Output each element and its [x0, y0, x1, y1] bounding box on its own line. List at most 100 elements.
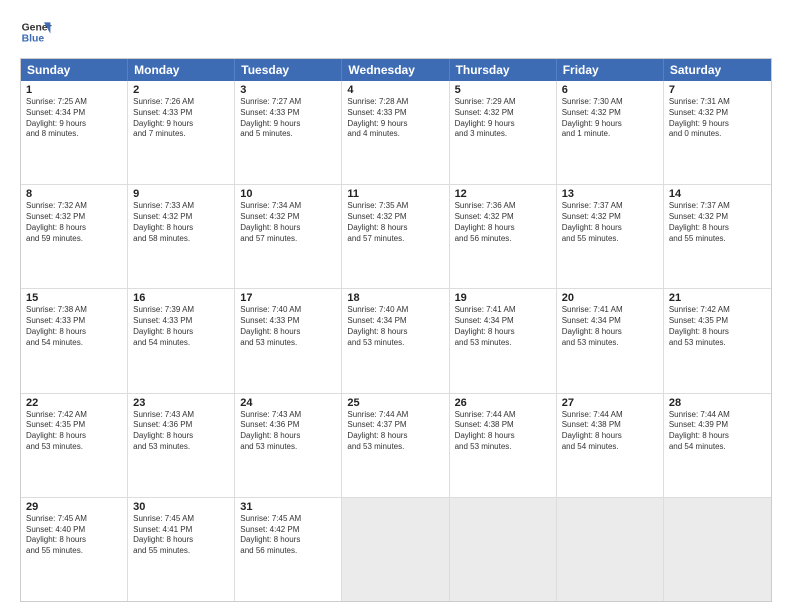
cell-info: Sunrise: 7:37 AMSunset: 4:32 PMDaylight:…	[562, 201, 658, 244]
day-cell-7: 7Sunrise: 7:31 AMSunset: 4:32 PMDaylight…	[664, 81, 771, 184]
cell-info: Sunrise: 7:34 AMSunset: 4:32 PMDaylight:…	[240, 201, 336, 244]
calendar: SundayMondayTuesdayWednesdayThursdayFrid…	[20, 58, 772, 602]
day-number: 4	[347, 84, 443, 96]
day-number: 24	[240, 397, 336, 409]
cell-info: Sunrise: 7:43 AMSunset: 4:36 PMDaylight:…	[240, 410, 336, 453]
cell-info: Sunrise: 7:30 AMSunset: 4:32 PMDaylight:…	[562, 97, 658, 140]
day-cell-5: 5Sunrise: 7:29 AMSunset: 4:32 PMDaylight…	[450, 81, 557, 184]
calendar-row-1: 8Sunrise: 7:32 AMSunset: 4:32 PMDaylight…	[21, 184, 771, 288]
page: General Blue SundayMondayTuesdayWednesda…	[0, 0, 792, 612]
day-cell-18: 18Sunrise: 7:40 AMSunset: 4:34 PMDayligh…	[342, 289, 449, 392]
day-number: 23	[133, 397, 229, 409]
cell-info: Sunrise: 7:45 AMSunset: 4:42 PMDaylight:…	[240, 514, 336, 557]
calendar-row-4: 29Sunrise: 7:45 AMSunset: 4:40 PMDayligh…	[21, 497, 771, 601]
calendar-row-2: 15Sunrise: 7:38 AMSunset: 4:33 PMDayligh…	[21, 288, 771, 392]
day-cell-15: 15Sunrise: 7:38 AMSunset: 4:33 PMDayligh…	[21, 289, 128, 392]
cell-info: Sunrise: 7:29 AMSunset: 4:32 PMDaylight:…	[455, 97, 551, 140]
cell-info: Sunrise: 7:28 AMSunset: 4:33 PMDaylight:…	[347, 97, 443, 140]
cell-info: Sunrise: 7:35 AMSunset: 4:32 PMDaylight:…	[347, 201, 443, 244]
calendar-header: SundayMondayTuesdayWednesdayThursdayFrid…	[21, 59, 771, 81]
day-number: 7	[669, 84, 766, 96]
day-number: 10	[240, 188, 336, 200]
header-cell-sunday: Sunday	[21, 59, 128, 81]
empty-cell	[557, 498, 664, 601]
day-number: 13	[562, 188, 658, 200]
day-cell-30: 30Sunrise: 7:45 AMSunset: 4:41 PMDayligh…	[128, 498, 235, 601]
day-number: 29	[26, 501, 122, 513]
day-cell-2: 2Sunrise: 7:26 AMSunset: 4:33 PMDaylight…	[128, 81, 235, 184]
cell-info: Sunrise: 7:32 AMSunset: 4:32 PMDaylight:…	[26, 201, 122, 244]
header-cell-saturday: Saturday	[664, 59, 771, 81]
cell-info: Sunrise: 7:44 AMSunset: 4:38 PMDaylight:…	[455, 410, 551, 453]
header-cell-thursday: Thursday	[450, 59, 557, 81]
day-cell-17: 17Sunrise: 7:40 AMSunset: 4:33 PMDayligh…	[235, 289, 342, 392]
day-number: 18	[347, 292, 443, 304]
header-cell-tuesday: Tuesday	[235, 59, 342, 81]
day-cell-24: 24Sunrise: 7:43 AMSunset: 4:36 PMDayligh…	[235, 394, 342, 497]
day-cell-19: 19Sunrise: 7:41 AMSunset: 4:34 PMDayligh…	[450, 289, 557, 392]
cell-info: Sunrise: 7:39 AMSunset: 4:33 PMDaylight:…	[133, 305, 229, 348]
cell-info: Sunrise: 7:40 AMSunset: 4:34 PMDaylight:…	[347, 305, 443, 348]
day-number: 26	[455, 397, 551, 409]
cell-info: Sunrise: 7:37 AMSunset: 4:32 PMDaylight:…	[669, 201, 766, 244]
day-cell-1: 1Sunrise: 7:25 AMSunset: 4:34 PMDaylight…	[21, 81, 128, 184]
day-cell-25: 25Sunrise: 7:44 AMSunset: 4:37 PMDayligh…	[342, 394, 449, 497]
day-number: 11	[347, 188, 443, 200]
empty-cell	[450, 498, 557, 601]
header-cell-wednesday: Wednesday	[342, 59, 449, 81]
cell-info: Sunrise: 7:27 AMSunset: 4:33 PMDaylight:…	[240, 97, 336, 140]
day-cell-20: 20Sunrise: 7:41 AMSunset: 4:34 PMDayligh…	[557, 289, 664, 392]
day-number: 15	[26, 292, 122, 304]
cell-info: Sunrise: 7:25 AMSunset: 4:34 PMDaylight:…	[26, 97, 122, 140]
day-number: 12	[455, 188, 551, 200]
day-number: 19	[455, 292, 551, 304]
calendar-body: 1Sunrise: 7:25 AMSunset: 4:34 PMDaylight…	[21, 81, 771, 601]
day-number: 27	[562, 397, 658, 409]
cell-info: Sunrise: 7:42 AMSunset: 4:35 PMDaylight:…	[26, 410, 122, 453]
day-cell-9: 9Sunrise: 7:33 AMSunset: 4:32 PMDaylight…	[128, 185, 235, 288]
day-number: 8	[26, 188, 122, 200]
cell-info: Sunrise: 7:45 AMSunset: 4:41 PMDaylight:…	[133, 514, 229, 557]
cell-info: Sunrise: 7:41 AMSunset: 4:34 PMDaylight:…	[562, 305, 658, 348]
day-number: 21	[669, 292, 766, 304]
day-cell-12: 12Sunrise: 7:36 AMSunset: 4:32 PMDayligh…	[450, 185, 557, 288]
day-number: 9	[133, 188, 229, 200]
day-cell-29: 29Sunrise: 7:45 AMSunset: 4:40 PMDayligh…	[21, 498, 128, 601]
cell-info: Sunrise: 7:26 AMSunset: 4:33 PMDaylight:…	[133, 97, 229, 140]
day-number: 28	[669, 397, 766, 409]
cell-info: Sunrise: 7:31 AMSunset: 4:32 PMDaylight:…	[669, 97, 766, 140]
day-number: 31	[240, 501, 336, 513]
empty-cell	[342, 498, 449, 601]
cell-info: Sunrise: 7:44 AMSunset: 4:37 PMDaylight:…	[347, 410, 443, 453]
day-number: 2	[133, 84, 229, 96]
logo: General Blue	[20, 16, 52, 48]
cell-info: Sunrise: 7:36 AMSunset: 4:32 PMDaylight:…	[455, 201, 551, 244]
day-number: 17	[240, 292, 336, 304]
day-number: 20	[562, 292, 658, 304]
cell-info: Sunrise: 7:44 AMSunset: 4:39 PMDaylight:…	[669, 410, 766, 453]
day-cell-21: 21Sunrise: 7:42 AMSunset: 4:35 PMDayligh…	[664, 289, 771, 392]
day-cell-14: 14Sunrise: 7:37 AMSunset: 4:32 PMDayligh…	[664, 185, 771, 288]
day-number: 16	[133, 292, 229, 304]
day-number: 3	[240, 84, 336, 96]
header: General Blue	[20, 16, 772, 48]
day-number: 22	[26, 397, 122, 409]
cell-info: Sunrise: 7:38 AMSunset: 4:33 PMDaylight:…	[26, 305, 122, 348]
day-cell-8: 8Sunrise: 7:32 AMSunset: 4:32 PMDaylight…	[21, 185, 128, 288]
day-number: 6	[562, 84, 658, 96]
cell-info: Sunrise: 7:40 AMSunset: 4:33 PMDaylight:…	[240, 305, 336, 348]
day-cell-23: 23Sunrise: 7:43 AMSunset: 4:36 PMDayligh…	[128, 394, 235, 497]
day-cell-28: 28Sunrise: 7:44 AMSunset: 4:39 PMDayligh…	[664, 394, 771, 497]
day-cell-10: 10Sunrise: 7:34 AMSunset: 4:32 PMDayligh…	[235, 185, 342, 288]
svg-text:Blue: Blue	[22, 34, 45, 45]
logo-icon: General Blue	[20, 16, 52, 48]
day-number: 14	[669, 188, 766, 200]
header-cell-friday: Friday	[557, 59, 664, 81]
day-cell-3: 3Sunrise: 7:27 AMSunset: 4:33 PMDaylight…	[235, 81, 342, 184]
day-number: 25	[347, 397, 443, 409]
empty-cell	[664, 498, 771, 601]
day-cell-16: 16Sunrise: 7:39 AMSunset: 4:33 PMDayligh…	[128, 289, 235, 392]
day-number: 5	[455, 84, 551, 96]
day-cell-26: 26Sunrise: 7:44 AMSunset: 4:38 PMDayligh…	[450, 394, 557, 497]
cell-info: Sunrise: 7:44 AMSunset: 4:38 PMDaylight:…	[562, 410, 658, 453]
